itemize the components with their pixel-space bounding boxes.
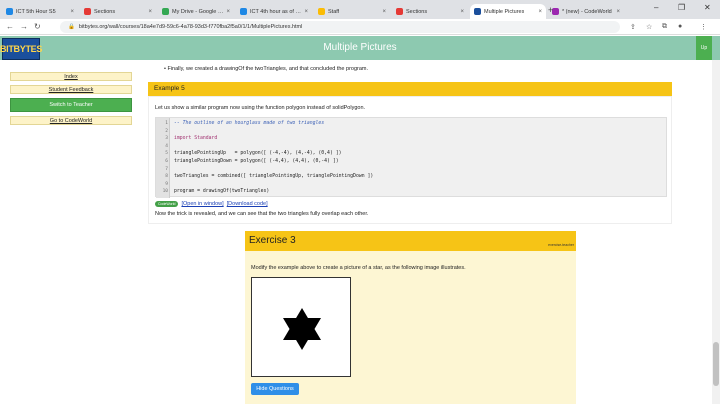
code-links-row: CodeWorld [Open in window] [Download cod… xyxy=(155,201,271,207)
lock-icon: 🔒 xyxy=(68,24,75,30)
line-number: 1 xyxy=(165,121,168,126)
line-number: 4 xyxy=(165,143,168,149)
browser-tab[interactable]: Sections × xyxy=(80,4,156,19)
code-line: program = drawingOf(twoTriangles) xyxy=(174,189,270,195)
forward-icon[interactable]: → xyxy=(20,22,28,31)
sidebar-index-link[interactable]: Index xyxy=(10,72,132,81)
tab-label: * (new) - CodeWorld xyxy=(562,8,612,15)
tab-label: ICT 5th Hour S5 xyxy=(16,8,56,15)
new-tab-button[interactable]: + xyxy=(548,5,553,15)
tab-favicon-icon xyxy=(396,8,403,15)
switch-to-teacher-button[interactable]: Switch to Teacher xyxy=(10,98,132,112)
browser-tab-strip: ICT 5th Hour S5 × Sections × My Drive - Goog… xyxy=(0,0,720,19)
browser-toolbar: ← → ↻ 🔒 bitbytes.org/wall/courses/18a4e7… xyxy=(0,19,720,35)
tab-label: Multiple Pictures xyxy=(484,8,525,15)
tab-close-icon[interactable]: × xyxy=(301,9,308,15)
back-icon[interactable]: ← xyxy=(6,22,14,31)
code-line: -- The outline of an hourglass made of t… xyxy=(174,121,325,126)
profile-icon[interactable]: ● xyxy=(678,23,682,30)
line-number: 5 xyxy=(165,151,168,157)
code-line: trianglePointingDown = polygon([ (-4,4),… xyxy=(174,159,339,164)
hide-questions-button[interactable]: Hide Questions xyxy=(251,383,299,395)
tab-close-icon[interactable]: × xyxy=(535,9,542,15)
exercise3-instructions: Modify the example above to create a pic… xyxy=(251,265,466,271)
tab-favicon-icon xyxy=(318,8,325,15)
example5-header: Example 5 xyxy=(148,82,672,96)
line-number: 6 xyxy=(165,159,168,164)
example5-explanation: Now the trick is revealed, and we can se… xyxy=(155,211,369,217)
web-page: BITBYTES Multiple Pictures Up Index Stud… xyxy=(0,36,720,404)
line-number: 8 xyxy=(165,174,168,180)
example5-body: Let us show a similar program now using … xyxy=(148,96,672,224)
tab-close-icon[interactable]: × xyxy=(223,9,230,15)
tab-label: Sections xyxy=(406,8,428,15)
tab-close-icon[interactable]: × xyxy=(457,9,464,15)
page-title: Multiple Pictures xyxy=(323,42,397,53)
code-editor[interactable]: 1 2 3 4 5 6 7 8 9 10 -- The outline of an hourgla… xyxy=(155,117,667,198)
reload-icon[interactable]: ↻ xyxy=(34,22,41,31)
tab-favicon-icon xyxy=(6,8,13,15)
exercise3-panel: Exercise 3 exercise-teacher Modify the e… xyxy=(245,231,576,404)
line-number: 10 xyxy=(162,189,168,195)
line-number: 7 xyxy=(165,166,168,172)
tab-close-icon[interactable]: × xyxy=(613,9,620,15)
bullet-text: Finally, we created a drawingOf the twoT… xyxy=(167,66,369,72)
line-number-gutter: 1 2 3 4 5 6 7 8 9 10 xyxy=(156,118,170,198)
exercise3-title: Exercise 3 xyxy=(249,235,296,246)
exercise3-tag: exercise-teacher xyxy=(548,243,574,247)
extensions-icon[interactable]: ⧉ xyxy=(662,23,667,31)
close-window-icon[interactable]: ✕ xyxy=(704,3,711,12)
menu-icon[interactable]: ⋮ xyxy=(700,23,707,31)
line-number: 2 xyxy=(165,128,168,134)
tab-label: My Drive - Google Drive xyxy=(172,8,224,15)
tab-label: ICT 4th hour as of 11/29 xyxy=(250,8,302,15)
minimize-icon[interactable]: – xyxy=(654,3,658,12)
open-in-window-link[interactable]: [Open in window] xyxy=(181,201,223,207)
code-line: import Standard xyxy=(174,136,218,142)
tab-favicon-icon xyxy=(84,8,91,15)
sidebar-student-feedback-link[interactable]: Student Feedback xyxy=(10,85,132,94)
browser-tab[interactable]: Multiple Pictures × xyxy=(470,4,546,19)
go-to-codeworld-link[interactable]: Go to CodeWorld xyxy=(10,116,132,125)
exercise3-header: Exercise 3 exercise-teacher xyxy=(245,231,576,251)
tab-favicon-icon xyxy=(474,8,481,15)
page-scrollbar[interactable] xyxy=(712,60,720,404)
code-line: trianglePointingUp = polygon([ (-4,-4), … xyxy=(174,151,342,157)
download-code-link[interactable]: [Download code] xyxy=(227,201,268,207)
sidebar: Index Student Feedback Switch to Teacher… xyxy=(10,72,132,129)
browser-tab[interactable]: * (new) - CodeWorld × xyxy=(548,4,624,19)
tab-favicon-icon xyxy=(240,8,247,15)
line-number: 9 xyxy=(165,181,168,187)
tab-label: Staff xyxy=(328,8,340,15)
bookmark-star-icon[interactable]: ☆ xyxy=(646,23,652,31)
address-bar[interactable]: 🔒 bitbytes.org/wall/courses/18a4e7d9-59c… xyxy=(60,21,620,33)
main-content: • Finally, we created a drawingOf the tw… xyxy=(148,60,672,404)
site-header: BITBYTES Multiple Pictures Up xyxy=(0,36,720,60)
code-line: twoTriangles = combined([ trianglePointi… xyxy=(174,174,374,180)
tab-favicon-icon xyxy=(162,8,169,15)
codeworld-badge: CodeWorld xyxy=(155,201,179,207)
browser-tab[interactable]: Sections × xyxy=(392,4,468,19)
browser-tab[interactable]: ICT 5th Hour S5 × xyxy=(2,4,78,19)
star-image xyxy=(251,277,351,377)
star-drawing xyxy=(283,308,321,350)
scrollbar-thumb[interactable] xyxy=(713,342,719,386)
tab-close-icon[interactable]: × xyxy=(379,9,386,15)
line-number: 3 xyxy=(165,136,168,142)
maximize-icon[interactable]: ❐ xyxy=(678,3,685,12)
browser-tab[interactable]: ICT 4th hour as of 11/29× xyxy=(236,4,312,19)
browser-tab[interactable]: My Drive - Google Drive× xyxy=(158,4,234,19)
tab-close-icon[interactable]: × xyxy=(67,9,74,15)
tab-close-icon[interactable]: × xyxy=(145,9,152,15)
browser-tab[interactable]: Staff × xyxy=(314,4,390,19)
example5-intro: Let us show a similar program now using … xyxy=(155,105,366,111)
up-button[interactable]: Up xyxy=(696,36,712,60)
tab-label: Sections xyxy=(94,8,116,15)
share-icon[interactable]: ⇪ xyxy=(630,23,636,31)
bullet-item: • Finally, we created a drawingOf the tw… xyxy=(164,66,369,72)
url-text: bitbytes.org/wall/courses/18a4e7d9-59c6-… xyxy=(78,24,303,30)
